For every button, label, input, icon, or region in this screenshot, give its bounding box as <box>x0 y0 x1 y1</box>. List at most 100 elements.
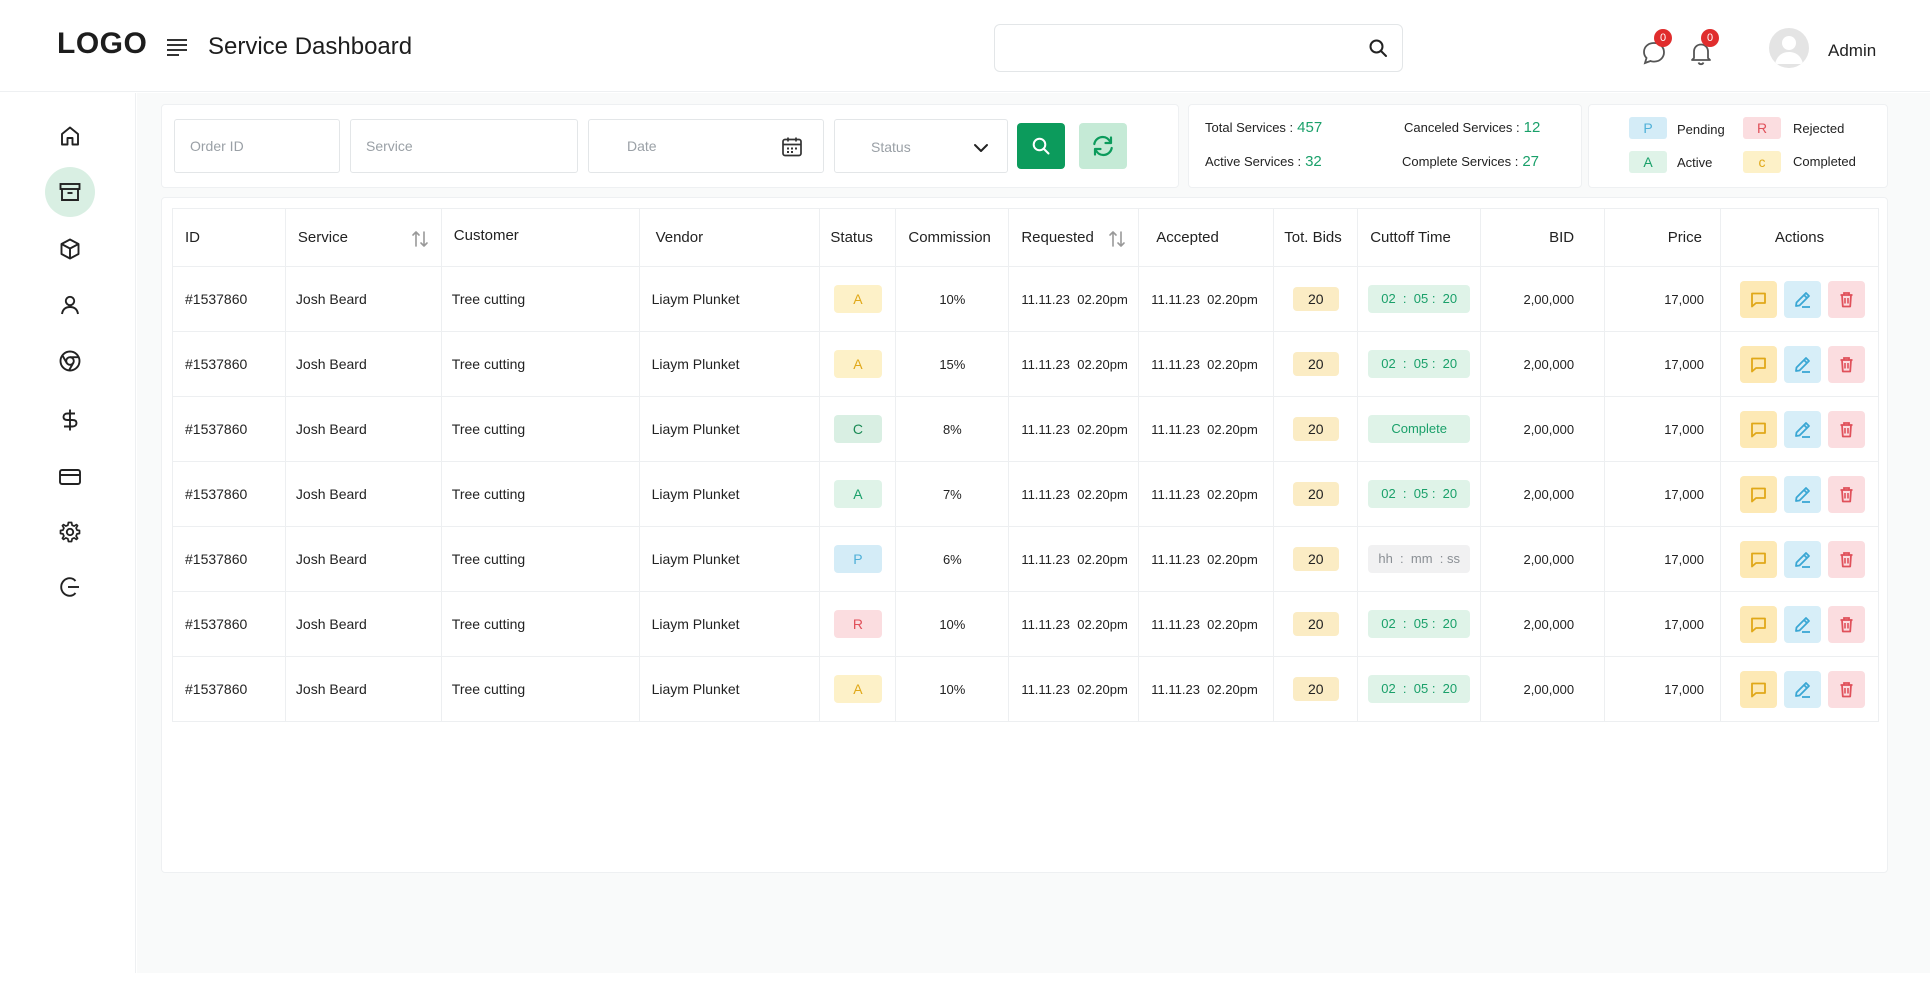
sidebar-item-services[interactable] <box>45 167 95 217</box>
cell-cutoff: 02 : 05 : 20 <box>1357 266 1482 332</box>
edit-icon <box>1795 551 1810 568</box>
legend-pending-chip: P <box>1629 117 1667 139</box>
cell-accepted: 11.11.23 02.20pm <box>1138 331 1275 397</box>
delete-button[interactable] <box>1827 475 1865 513</box>
trash-icon <box>1840 681 1853 697</box>
user-name[interactable]: Admin <box>1828 41 1876 61</box>
sidebar-item-logout[interactable] <box>45 562 95 612</box>
sort-icon[interactable] <box>411 229 429 249</box>
status-badge: A <box>833 285 882 313</box>
cell-commission: 8% <box>895 396 1010 462</box>
cell-accepted: 11.11.23 02.20pm <box>1138 461 1275 527</box>
delete-button[interactable] <box>1827 670 1865 708</box>
sidebar-item-payments[interactable] <box>45 395 95 445</box>
delete-button[interactable] <box>1827 410 1865 448</box>
cell-status: R <box>819 591 897 657</box>
col-header-requested[interactable]: Requested <box>1008 208 1140 267</box>
sidebar-item-settings[interactable] <box>45 507 95 557</box>
trash-icon <box>1840 616 1853 632</box>
cell-cutoff: Complete <box>1357 396 1482 462</box>
delete-button[interactable] <box>1827 540 1865 578</box>
trash-icon <box>1840 291 1853 307</box>
menu-icon[interactable] <box>167 38 189 56</box>
edit-icon <box>1795 291 1810 308</box>
global-search <box>994 24 1403 72</box>
sidebar-item-billing[interactable] <box>45 452 95 502</box>
cell-commission: 15% <box>895 331 1010 397</box>
edit-button[interactable] <box>1783 410 1821 448</box>
cutoff-timer: 02 : 05 : 20 <box>1368 480 1471 508</box>
cell-commission: 10% <box>895 656 1010 722</box>
message-button[interactable] <box>1739 345 1777 383</box>
message-button[interactable] <box>1739 670 1777 708</box>
cell-bid: 2,00,000 <box>1480 461 1606 527</box>
bids-count: 20 <box>1292 482 1339 506</box>
logo[interactable]: LOGO <box>57 27 147 61</box>
cell-service: Josh Beard <box>284 656 442 722</box>
search-icon[interactable] <box>1368 38 1388 58</box>
sidebar-item-products[interactable] <box>45 224 95 274</box>
calendar-icon[interactable] <box>781 136 803 158</box>
delete-button[interactable] <box>1827 280 1865 318</box>
edit-button[interactable] <box>1783 670 1821 708</box>
sidebar-item-users[interactable] <box>45 280 95 330</box>
table-row: #1537860 Josh Beard Tree cutting Liaym Plun… <box>172 396 1880 462</box>
legend-rejected-label: Rejected <box>1793 121 1845 136</box>
cell-vendor: Liaym Plunket <box>638 461 821 527</box>
cell-requested: 11.11.23 02.20pm <box>1008 331 1140 397</box>
delete-button[interactable] <box>1827 345 1865 383</box>
cell-customer: Tree cutting <box>440 526 640 592</box>
cell-actions <box>1719 331 1880 397</box>
chevron-down-icon <box>974 144 988 152</box>
edit-button[interactable] <box>1783 540 1821 578</box>
trash-icon <box>1840 421 1853 437</box>
stat-complete: Complete Services :27 <box>1402 153 1539 170</box>
edit-button[interactable] <box>1783 605 1821 643</box>
message-button[interactable] <box>1739 410 1777 448</box>
logout-icon <box>60 577 79 597</box>
message-button[interactable] <box>1739 280 1777 318</box>
message-button[interactable] <box>1739 605 1777 643</box>
box-icon <box>60 238 80 260</box>
status-dropdown[interactable]: Status <box>834 119 1008 173</box>
service-input[interactable] <box>351 120 577 172</box>
table-row: #1537860 Josh Beard Tree cutting Liaym Plun… <box>172 526 1880 592</box>
user-icon <box>61 295 79 315</box>
cell-bid: 2,00,000 <box>1480 266 1606 332</box>
avatar[interactable] <box>1769 28 1809 68</box>
order-id-filter <box>174 119 340 173</box>
col-header-service[interactable]: Service <box>284 208 442 267</box>
sidebar-item-browser[interactable] <box>45 336 95 386</box>
cell-actions <box>1719 591 1880 657</box>
order-id-input[interactable] <box>175 120 339 172</box>
col-header-service-label: Service <box>297 229 348 246</box>
cell-bid: 2,00,000 <box>1480 591 1606 657</box>
cell-cutoff: 02 : 05 : 20 <box>1357 331 1482 397</box>
dollar-icon <box>62 409 78 431</box>
cell-actions <box>1719 396 1880 462</box>
status-badge: A <box>833 480 882 508</box>
cell-bids: 20 <box>1273 396 1359 462</box>
cutoff-timer: 02 : 05 : 20 <box>1368 285 1471 313</box>
cell-bids: 20 <box>1273 656 1359 722</box>
col-header-price: Price <box>1604 208 1721 267</box>
col-header-cutoff: Cuttoff Time <box>1357 208 1482 267</box>
cell-commission: 10% <box>895 591 1010 657</box>
sort-icon[interactable] <box>1108 229 1126 249</box>
sidebar-item-home[interactable] <box>45 111 95 161</box>
message-button[interactable] <box>1739 475 1777 513</box>
legend-pending-label: Pending <box>1677 122 1725 137</box>
edit-button[interactable] <box>1783 280 1821 318</box>
refresh-button[interactable] <box>1079 123 1127 169</box>
cell-bids: 20 <box>1273 461 1359 527</box>
cell-service: Josh Beard <box>284 331 442 397</box>
edit-button[interactable] <box>1783 345 1821 383</box>
edit-icon <box>1795 681 1810 698</box>
service-filter <box>350 119 578 173</box>
global-search-input[interactable] <box>1009 25 1349 69</box>
message-button[interactable] <box>1739 540 1777 578</box>
filter-search-button[interactable] <box>1017 123 1065 169</box>
edit-button[interactable] <box>1783 475 1821 513</box>
table-row: #1537860 Josh Beard Tree cutting Liaym Plun… <box>172 461 1880 527</box>
delete-button[interactable] <box>1827 605 1865 643</box>
